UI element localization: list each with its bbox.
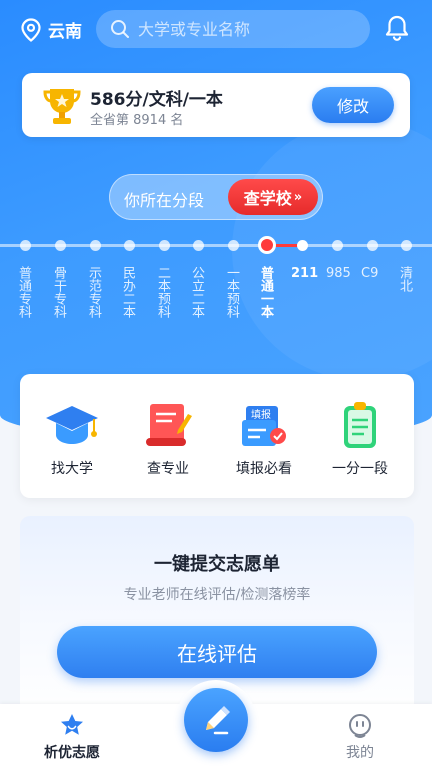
double-chevron-right-icon: » — [293, 189, 303, 205]
search-icon — [111, 20, 129, 38]
segment-stop-dot[interactable] — [366, 240, 378, 251]
location-pin-icon — [21, 17, 41, 42]
score-summary: 586分/文科/一本 — [90, 90, 223, 110]
pencil-icon — [206, 706, 230, 735]
scroll-icon — [146, 404, 192, 446]
submit-title: 一键提交志愿单 — [154, 554, 280, 575]
segment-stop-dot[interactable] — [89, 240, 101, 251]
score-card: 586分/文科/一本 全省第 8914 名 修改 — [22, 73, 410, 137]
segment-prompt: 你所在分段 — [124, 191, 205, 210]
clipboard-icon — [344, 402, 376, 448]
segment-label[interactable]: 清北 — [397, 266, 414, 292]
nav-home-label: 析优志愿 — [44, 745, 100, 761]
segment-stop-dot[interactable] — [296, 240, 308, 251]
province-rank: 全省第 8914 名 — [90, 113, 184, 128]
segment-label[interactable]: 示范专科 — [86, 266, 103, 318]
segment-label[interactable]: 普通一本 — [258, 266, 275, 318]
segment-label[interactable]: 公立二本 — [189, 266, 206, 318]
feature-find-university[interactable]: 找大学 — [24, 400, 120, 478]
guide-book-icon: 填报 — [242, 406, 286, 446]
location-selector[interactable]: 云南 — [20, 17, 82, 42]
segment-label[interactable]: 985 — [326, 266, 351, 281]
feature-must-read[interactable]: 填报 填报必看 — [216, 400, 312, 478]
online-evaluate-button[interactable]: 在线评估 — [57, 626, 377, 678]
segment-stop-dot[interactable] — [19, 240, 31, 251]
feature-label: 一分一段 — [332, 461, 388, 477]
segment-labels: 普通专科 骨干专科 示范专科 民办二本 二本预科 公立二本 一本预科 普通一本 211 985 C9… — [0, 266, 432, 346]
nav-mine[interactable]: 我的 — [320, 712, 400, 762]
segment-stop-dot[interactable] — [192, 240, 204, 251]
guide-badge: 填报 — [251, 408, 271, 421]
segment-label[interactable]: 211 — [291, 266, 318, 281]
feature-card: 找大学 查专业 填报 填报必看 一分一段 — [20, 374, 414, 498]
search-bar[interactable] — [96, 10, 370, 48]
segment-label[interactable]: 一本预科 — [224, 266, 241, 318]
segment-label[interactable]: 二本预科 — [155, 266, 172, 318]
segment-stop-dot[interactable] — [123, 240, 135, 251]
segment-stop-dot[interactable] — [227, 240, 239, 251]
bell-icon[interactable] — [384, 14, 410, 42]
segment-pill: 你所在分段 查学校 » — [109, 174, 323, 220]
segment-stop-dot[interactable] — [331, 240, 343, 251]
segment-label[interactable]: 民办二本 — [120, 266, 137, 318]
nav-mine-label: 我的 — [346, 745, 374, 761]
nav-home[interactable]: 析优志愿 — [32, 712, 112, 762]
location-label: 云南 — [48, 22, 82, 42]
user-face-icon — [349, 714, 371, 738]
feature-label: 填报必看 — [236, 461, 292, 477]
find-school-label: 查学校 — [243, 189, 292, 208]
segment-label[interactable]: 骨干专科 — [51, 266, 68, 318]
feature-label: 找大学 — [51, 461, 93, 477]
trophy-icon — [43, 89, 81, 124]
submit-subtitle: 专业老师在线评估/检测落榜率 — [123, 587, 311, 603]
top-bar: 云南 — [0, 8, 432, 52]
segment-stop-dot[interactable] — [258, 236, 276, 254]
segment-stop-dot[interactable] — [400, 240, 412, 251]
segment-label[interactable]: 普通专科 — [16, 266, 33, 318]
feature-check-major[interactable]: 查专业 — [120, 400, 216, 478]
edit-score-button[interactable]: 修改 — [312, 87, 394, 123]
segment-stop-dot[interactable] — [54, 240, 66, 251]
segment-stop-dot[interactable] — [158, 240, 170, 251]
fill-application-button[interactable] — [184, 688, 248, 752]
find-school-button[interactable]: 查学校 » — [228, 179, 318, 215]
segment-label[interactable]: C9 — [361, 266, 378, 281]
feature-label: 查专业 — [147, 461, 189, 477]
star-icon — [61, 714, 83, 735]
search-input[interactable] — [138, 19, 358, 39]
feature-score-rank[interactable]: 一分一段 — [312, 400, 408, 478]
graduation-cap-icon — [46, 406, 98, 444]
